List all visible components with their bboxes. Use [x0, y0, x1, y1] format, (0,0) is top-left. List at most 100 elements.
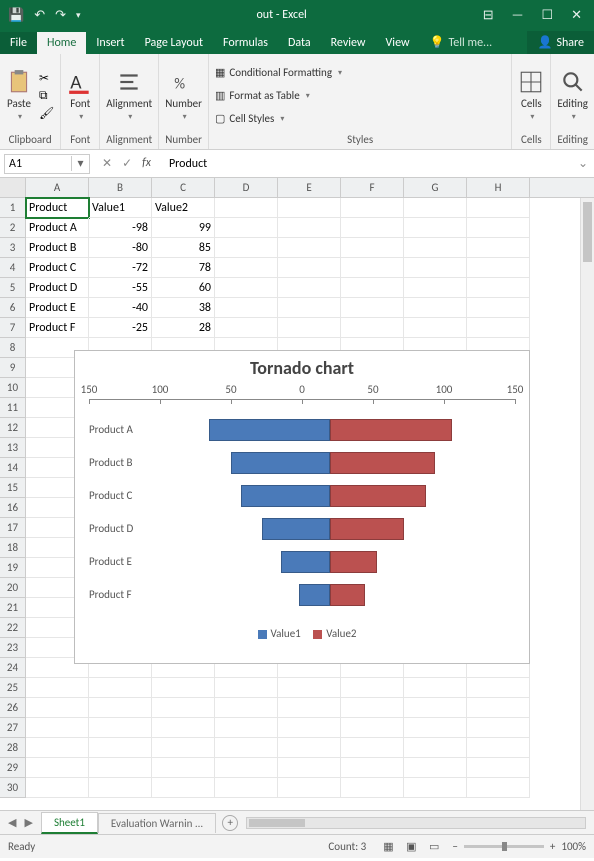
cell-D28[interactable] — [215, 738, 278, 758]
new-sheet-button[interactable]: + — [222, 815, 238, 831]
cell-G29[interactable] — [404, 758, 467, 778]
row-header-23[interactable]: 23 — [0, 638, 25, 658]
tell-me[interactable]: 💡 Tell me... — [420, 31, 503, 54]
cell-G1[interactable] — [404, 198, 467, 218]
name-box-input[interactable] — [5, 157, 71, 171]
row-header-24[interactable]: 24 — [0, 658, 25, 678]
sheet-nav-prev-icon[interactable]: ◀ — [8, 816, 16, 829]
cell-B27[interactable] — [89, 718, 152, 738]
cell-C29[interactable] — [152, 758, 215, 778]
row-header-7[interactable]: 7 — [0, 318, 25, 338]
row-header-11[interactable]: 11 — [0, 398, 25, 418]
cell-A25[interactable] — [26, 678, 89, 698]
view-page-break-icon[interactable]: ▭ — [424, 840, 444, 853]
cell-H26[interactable] — [467, 698, 530, 718]
cell-E5[interactable] — [278, 278, 341, 298]
cell-B2[interactable]: -98 — [89, 218, 152, 238]
row-header-20[interactable]: 20 — [0, 578, 25, 598]
cell-E29[interactable] — [278, 758, 341, 778]
cell-A3[interactable]: Product B — [26, 238, 89, 258]
format-painter-icon[interactable]: 🖌 — [39, 106, 54, 121]
cell-F5[interactable] — [341, 278, 404, 298]
row-header-21[interactable]: 21 — [0, 598, 25, 618]
cell-C26[interactable] — [152, 698, 215, 718]
cell-A30[interactable] — [26, 778, 89, 798]
embedded-chart[interactable]: Tornado chart 15010050050100150 Product … — [74, 350, 530, 664]
cell-E3[interactable] — [278, 238, 341, 258]
cell-D25[interactable] — [215, 678, 278, 698]
zoom-out-button[interactable]: − — [452, 840, 457, 853]
cell-H4[interactable] — [467, 258, 530, 278]
save-icon[interactable]: 💾 — [8, 8, 24, 23]
cell-B6[interactable]: -40 — [89, 298, 152, 318]
conditional-formatting-button[interactable]: ▦ Conditional Formatting ▾ — [215, 63, 342, 83]
name-box-dropdown-icon[interactable]: ▾ — [71, 156, 89, 171]
cell-G26[interactable] — [404, 698, 467, 718]
minimize-icon[interactable]: — — [512, 8, 524, 23]
cell-C7[interactable]: 28 — [152, 318, 215, 338]
row-header-22[interactable]: 22 — [0, 618, 25, 638]
zoom-level[interactable]: 100% — [561, 840, 586, 853]
col-header-D[interactable]: D — [215, 178, 278, 197]
cell-D2[interactable] — [215, 218, 278, 238]
cell-H27[interactable] — [467, 718, 530, 738]
cell-F27[interactable] — [341, 718, 404, 738]
cell-E28[interactable] — [278, 738, 341, 758]
cell-G4[interactable] — [404, 258, 467, 278]
view-normal-icon[interactable]: ▦ — [378, 840, 398, 853]
cell-D30[interactable] — [215, 778, 278, 798]
cell-E30[interactable] — [278, 778, 341, 798]
cell-H6[interactable] — [467, 298, 530, 318]
cell-F30[interactable] — [341, 778, 404, 798]
row-header-14[interactable]: 14 — [0, 458, 25, 478]
row-header-13[interactable]: 13 — [0, 438, 25, 458]
cell-D7[interactable] — [215, 318, 278, 338]
cell-A29[interactable] — [26, 758, 89, 778]
row-header-8[interactable]: 8 — [0, 338, 25, 358]
cell-C6[interactable]: 38 — [152, 298, 215, 318]
cell-B25[interactable] — [89, 678, 152, 698]
select-all-corner[interactable] — [0, 178, 26, 197]
cell-C2[interactable]: 99 — [152, 218, 215, 238]
cell-G25[interactable] — [404, 678, 467, 698]
cell-E2[interactable] — [278, 218, 341, 238]
cell-G6[interactable] — [404, 298, 467, 318]
cell-G3[interactable] — [404, 238, 467, 258]
cell-A4[interactable]: Product C — [26, 258, 89, 278]
cell-E25[interactable] — [278, 678, 341, 698]
cell-B1[interactable]: Value1 — [89, 198, 152, 218]
cell-C5[interactable]: 60 — [152, 278, 215, 298]
cut-icon[interactable]: ✂ — [39, 71, 54, 86]
cell-E7[interactable] — [278, 318, 341, 338]
redo-icon[interactable]: ↷ — [55, 8, 66, 23]
cell-A2[interactable]: Product A — [26, 218, 89, 238]
cell-E1[interactable] — [278, 198, 341, 218]
ribbon-options-icon[interactable]: ⊟ — [483, 8, 494, 23]
sheet-nav-next-icon[interactable]: ▶ — [24, 816, 32, 829]
tab-view[interactable]: View — [376, 32, 420, 54]
cell-D27[interactable] — [215, 718, 278, 738]
cell-H28[interactable] — [467, 738, 530, 758]
col-header-F[interactable]: F — [341, 178, 404, 197]
cell-A7[interactable]: Product F — [26, 318, 89, 338]
row-header-26[interactable]: 26 — [0, 698, 25, 718]
cell-E6[interactable] — [278, 298, 341, 318]
cell-B5[interactable]: -55 — [89, 278, 152, 298]
cell-styles-button[interactable]: ▢ Cell Styles ▾ — [215, 109, 342, 129]
format-as-table-button[interactable]: ▥ Format as Table ▾ — [215, 86, 342, 106]
cell-C1[interactable]: Value2 — [152, 198, 215, 218]
cell-D3[interactable] — [215, 238, 278, 258]
cancel-formula-icon[interactable]: ✕ — [102, 156, 112, 171]
cell-D26[interactable] — [215, 698, 278, 718]
cell-A27[interactable] — [26, 718, 89, 738]
cell-G28[interactable] — [404, 738, 467, 758]
formula-expand-icon[interactable]: ⌄ — [578, 156, 594, 171]
row-header-10[interactable]: 10 — [0, 378, 25, 398]
cell-A1[interactable]: Product — [26, 198, 89, 218]
paste-button[interactable]: Paste▾ — [6, 69, 32, 122]
row-header-17[interactable]: 17 — [0, 518, 25, 538]
formula-input[interactable]: Product — [163, 157, 578, 171]
cell-F2[interactable] — [341, 218, 404, 238]
row-header-25[interactable]: 25 — [0, 678, 25, 698]
cell-G30[interactable] — [404, 778, 467, 798]
